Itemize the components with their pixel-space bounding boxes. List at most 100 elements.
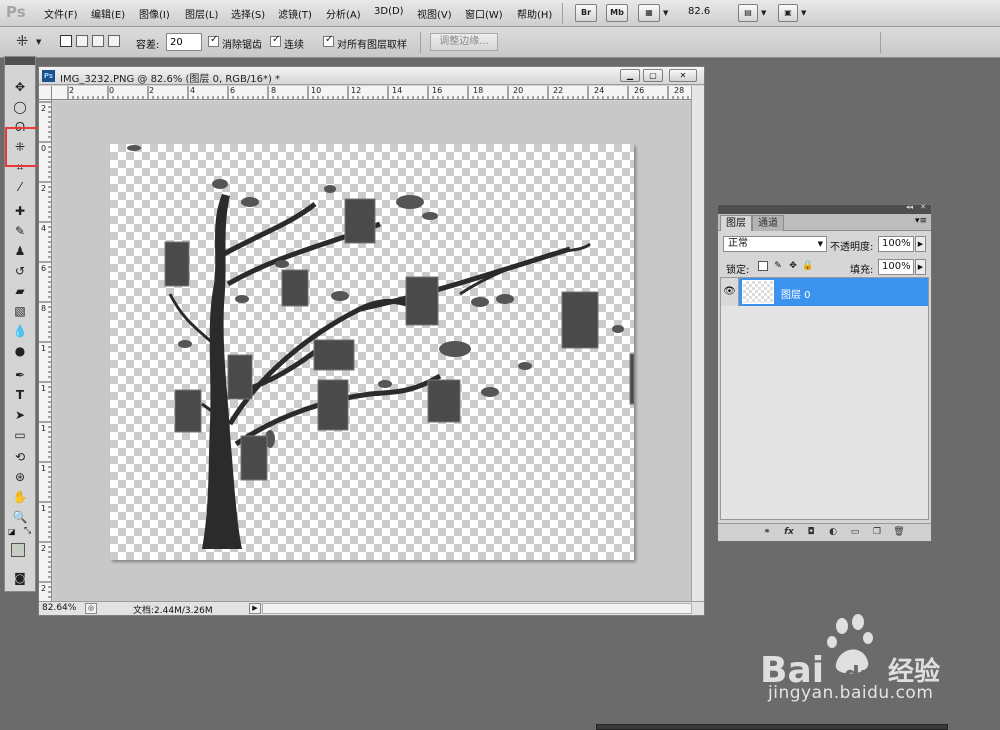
menu-layer[interactable]: 图层(L)	[185, 6, 218, 21]
move-tool-icon[interactable]: ✥	[9, 78, 31, 96]
screen-mode-dropdown-icon[interactable]: ▼	[801, 9, 806, 17]
tab-channels[interactable]: 通道	[752, 215, 784, 231]
zoom-tool-icon[interactable]: 🔍	[9, 508, 31, 526]
visibility-eye-icon[interactable]: 👁	[721, 278, 739, 306]
toolbox-header[interactable]	[5, 57, 35, 65]
tool-preset-dropdown-icon[interactable]: ▼	[36, 38, 41, 46]
3d-rotate-tool-icon[interactable]: ⟲	[9, 448, 31, 466]
new-selection-icon[interactable]	[60, 35, 72, 47]
anti-alias-checkbox[interactable]: ✓	[208, 34, 219, 47]
arrange-dropdown-icon[interactable]: ▼	[761, 9, 766, 17]
menu-filter[interactable]: 滤镜(T)	[278, 6, 312, 21]
vertical-ruler[interactable]: 2 0 2 4 6 8 1 1 1 1 1 2 2	[39, 100, 52, 601]
layer-name[interactable]: 图层 0	[781, 286, 811, 301]
swap-colors-icon[interactable]: ⤡	[24, 526, 31, 536]
foreground-color-swatch[interactable]	[11, 543, 25, 557]
fill-input[interactable]: 100%	[878, 259, 914, 275]
menu-select[interactable]: 选择(S)	[231, 6, 265, 21]
dodge-tool-icon[interactable]: ●	[9, 342, 31, 360]
mini-bridge-button[interactable]: Mb	[606, 4, 628, 22]
eraser-tool-icon[interactable]: ▰	[9, 282, 31, 300]
fill-slider-arrow-icon[interactable]: ▶	[915, 259, 926, 275]
horizontal-ruler[interactable]: 2 0 2 4 6 8 10 12 14 16 18 20 22 24 26 2…	[52, 86, 691, 100]
ruler-label: 8	[271, 86, 277, 95]
default-colors-icon[interactable]: ◪	[8, 527, 16, 536]
menu-file[interactable]: 文件(F)	[44, 6, 78, 21]
close-button[interactable]: ✕	[669, 69, 697, 82]
ruler-label: 14	[392, 86, 403, 95]
gradient-tool-icon[interactable]: ▧	[9, 302, 31, 320]
3d-orbit-tool-icon[interactable]: ⊛	[9, 468, 31, 486]
minimize-button[interactable]: ▁	[620, 69, 640, 82]
healing-brush-tool-icon[interactable]: ✚	[9, 202, 31, 220]
eyedropper-tool-icon[interactable]: ⁄	[9, 178, 31, 196]
menu-view[interactable]: 视图(V)	[417, 6, 452, 21]
lock-all-icon[interactable]: 🔒	[802, 261, 813, 271]
collapse-panel-icon[interactable]: ◂◂	[906, 203, 913, 211]
clone-stamp-tool-icon[interactable]: ♟	[9, 242, 31, 260]
new-group-icon[interactable]: ▭	[848, 526, 862, 539]
quick-mask-icon[interactable]: ◙	[9, 569, 31, 587]
menu-help[interactable]: 帮助(H)	[517, 6, 552, 21]
pen-tool-icon[interactable]: ✒	[9, 366, 31, 384]
new-layer-icon[interactable]: ❐	[870, 526, 884, 539]
close-panel-icon[interactable]: ✕	[920, 203, 926, 211]
blur-tool-icon[interactable]: 💧	[9, 322, 31, 340]
status-menu-arrow-icon[interactable]: ▶	[249, 603, 261, 614]
adjustment-layer-icon[interactable]: ◐	[826, 526, 840, 539]
ruler-label: 12	[351, 86, 362, 95]
menu-window[interactable]: 窗口(W)	[465, 6, 503, 21]
status-info-icon[interactable]: ◎	[85, 603, 97, 614]
blend-mode-select[interactable]: 正常 ▼	[723, 236, 827, 252]
link-layers-icon[interactable]: ⚭	[760, 526, 774, 539]
zoom-level[interactable]: 82.6	[688, 6, 710, 17]
canvas-pasteboard[interactable]	[53, 101, 691, 601]
type-tool-icon[interactable]: T	[9, 386, 31, 404]
path-selection-tool-icon[interactable]: ➤	[9, 406, 31, 424]
layer-style-icon[interactable]: fx	[782, 526, 796, 539]
shape-tool-icon[interactable]: ▭	[9, 426, 31, 444]
subtract-from-selection-icon[interactable]	[92, 35, 104, 47]
options-separator	[880, 32, 881, 53]
view-extras-dropdown-icon[interactable]: ▼	[663, 9, 668, 17]
intersect-selection-icon[interactable]	[108, 35, 120, 47]
ruler-label: 6	[41, 264, 47, 273]
history-brush-tool-icon[interactable]: ↺	[9, 262, 31, 280]
menu-image[interactable]: 图像(I)	[139, 6, 170, 21]
menu-3d[interactable]: 3D(D)	[374, 6, 404, 17]
sample-all-layers-checkbox[interactable]: ✓	[323, 34, 334, 47]
add-to-selection-icon[interactable]	[76, 35, 88, 47]
screen-mode-icon[interactable]: ▣	[778, 4, 798, 22]
menu-analysis[interactable]: 分析(A)	[326, 6, 361, 21]
refine-edge-button[interactable]: 调整边缘...	[430, 33, 498, 51]
tolerance-input[interactable]	[166, 33, 202, 51]
lock-image-icon[interactable]: ✎	[773, 261, 783, 271]
lock-transparency-icon[interactable]	[758, 261, 768, 271]
menu-edit[interactable]: 编辑(E)	[91, 6, 125, 21]
image-canvas[interactable]	[110, 144, 635, 560]
arrange-documents-icon[interactable]: ▤	[738, 4, 758, 22]
delete-layer-icon[interactable]: 🗑	[892, 526, 906, 539]
tab-layers[interactable]: 图层	[720, 215, 752, 231]
view-extras-icon[interactable]: ▦	[638, 4, 660, 22]
horizontal-scrollbar[interactable]	[262, 603, 692, 614]
layer-row[interactable]: 👁 图层 0	[721, 278, 928, 306]
vertical-scrollbar[interactable]	[691, 86, 704, 601]
lock-position-icon[interactable]: ✥	[788, 261, 798, 271]
ruler-origin[interactable]	[39, 86, 52, 100]
marquee-tool-icon[interactable]: ◯	[9, 98, 31, 116]
layer-thumbnail[interactable]	[742, 280, 774, 304]
hand-tool-icon[interactable]: ✋	[9, 488, 31, 506]
layer-mask-icon[interactable]: ◘	[804, 526, 818, 539]
opacity-input[interactable]: 100%	[878, 236, 914, 252]
layers-panel-header[interactable]: ◂◂ ✕	[718, 203, 931, 214]
magic-wand-preset-icon[interactable]: ⁜	[16, 32, 29, 50]
document-titlebar[interactable]: Ps IMG_3232.PNG @ 82.6% (图层 0, RGB/16*) …	[39, 67, 704, 85]
status-zoom-level[interactable]: 82.64%	[42, 603, 76, 613]
panel-menu-icon[interactable]: ▾≡	[915, 216, 927, 226]
opacity-slider-arrow-icon[interactable]: ▶	[915, 236, 926, 252]
maximize-button[interactable]: ▢	[643, 69, 663, 82]
brush-tool-icon[interactable]: ✎	[9, 222, 31, 240]
contiguous-checkbox[interactable]: ✓	[270, 34, 281, 47]
bridge-button[interactable]: Br	[575, 4, 597, 22]
